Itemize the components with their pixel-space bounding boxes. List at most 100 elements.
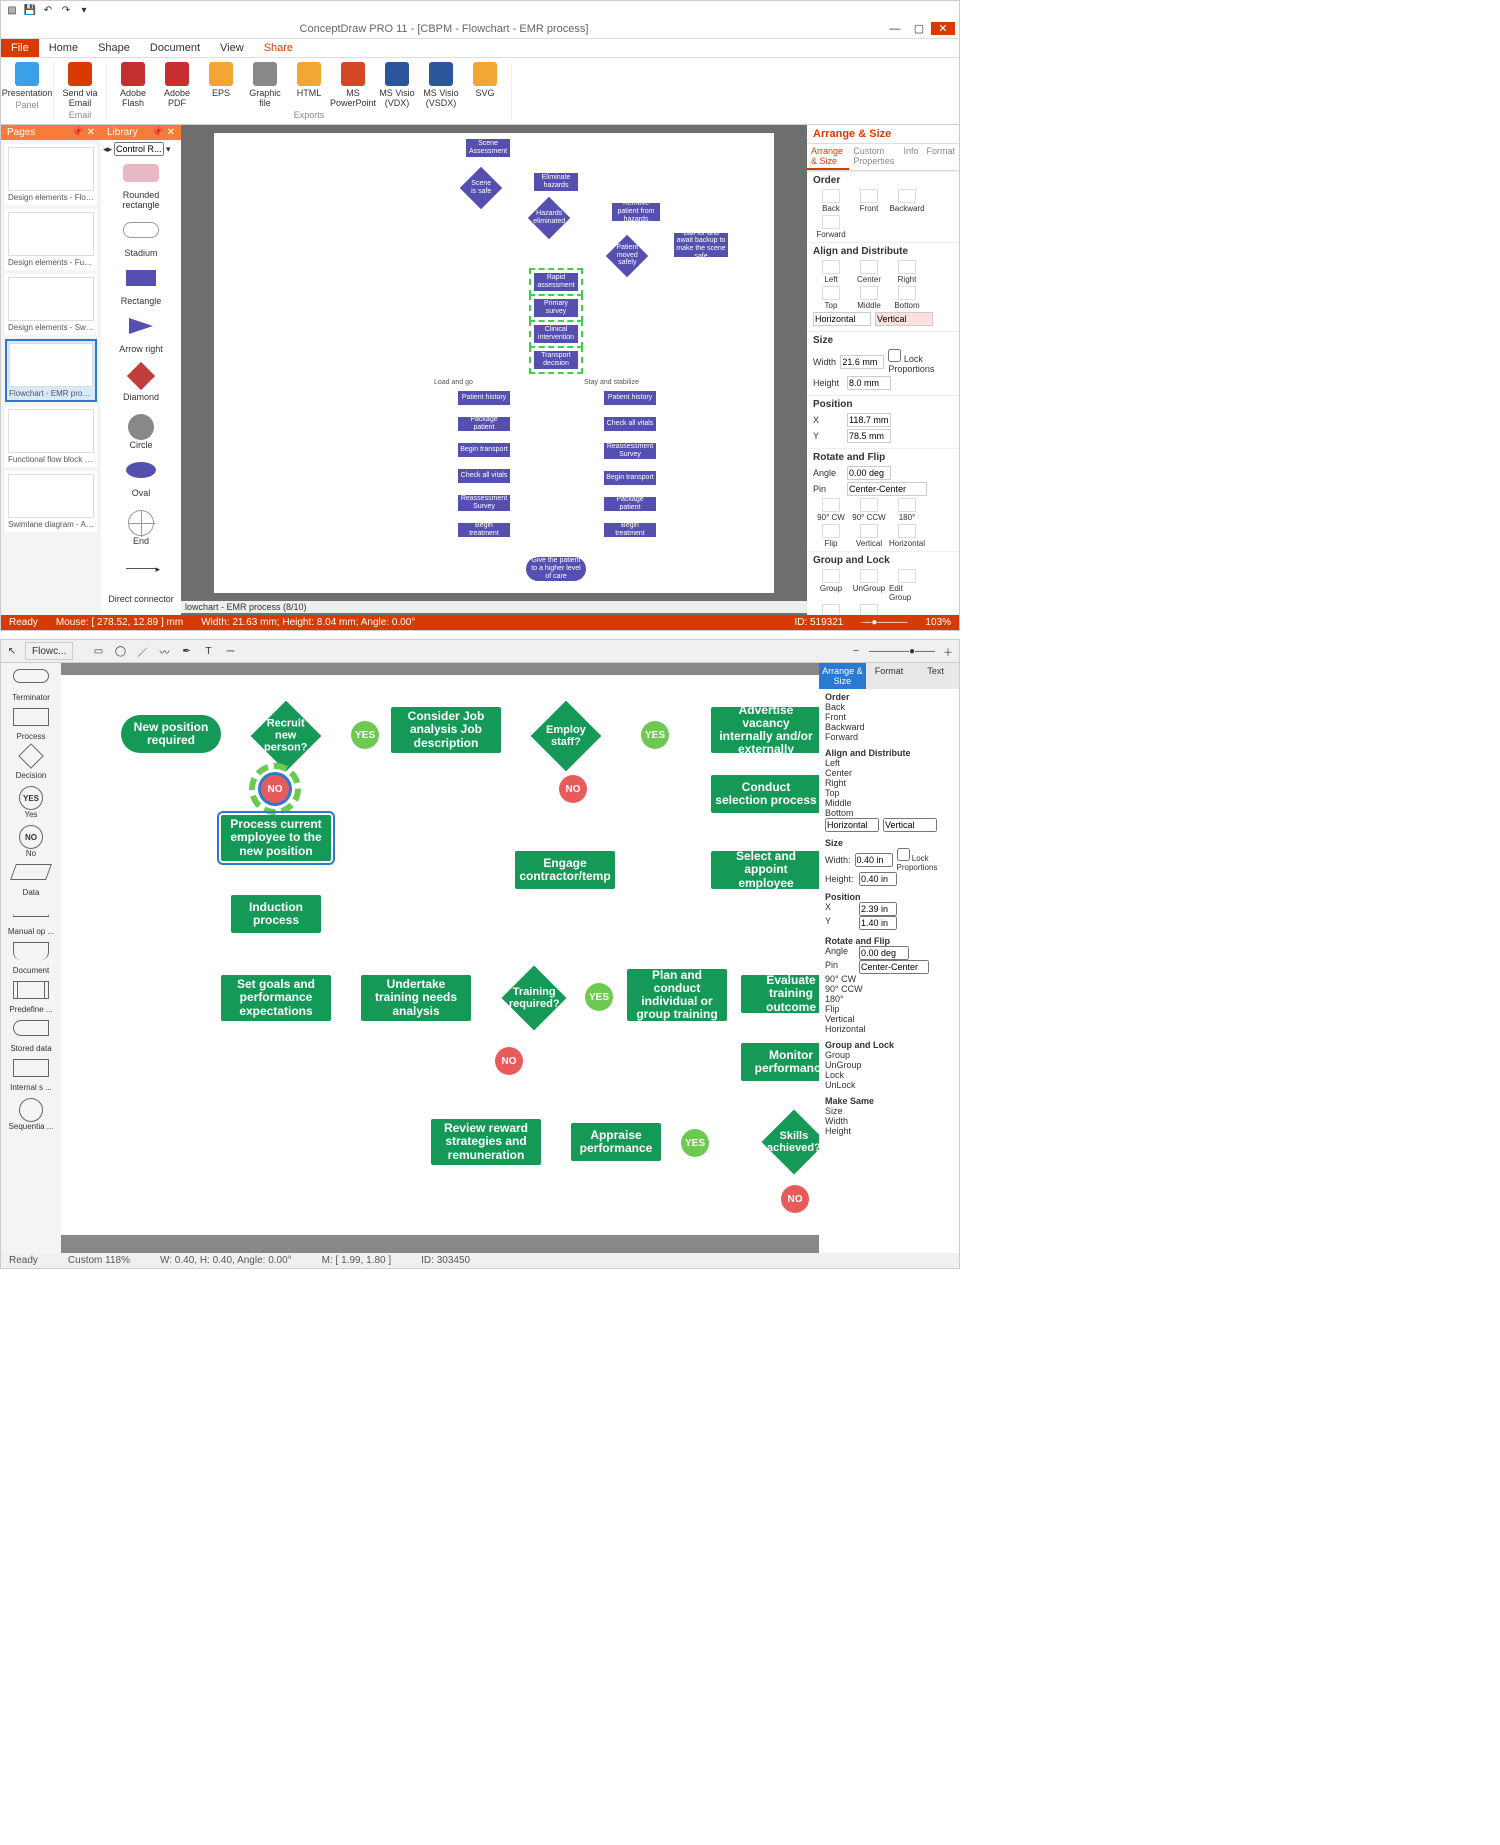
library-shape[interactable]: Process <box>3 708 59 741</box>
prop-btn[interactable]: Middle <box>851 286 887 310</box>
prop-btn[interactable]: Height <box>825 1126 953 1136</box>
library-shape[interactable]: Diamond <box>101 360 181 408</box>
y-input[interactable] <box>847 429 891 443</box>
ribbon-tab-file[interactable]: File <box>1 39 39 57</box>
prop-btn[interactable]: Top <box>825 788 953 798</box>
prop-btn[interactable]: Vertical <box>825 1014 953 1024</box>
flow-node[interactable]: Process current employee to the new posi… <box>221 815 331 861</box>
prop-tab[interactable]: Custom Properties <box>849 144 899 170</box>
minimize-button[interactable]: — <box>883 23 907 35</box>
prop-tab[interactable]: Format <box>866 663 913 689</box>
library-shape[interactable]: Rectangle <box>101 264 181 312</box>
flow-node[interactable]: Call for and await backup to make the sc… <box>674 233 728 257</box>
page-thumbnail[interactable]: Design elements - Swiml... <box>5 274 97 335</box>
x-input[interactable] <box>847 413 891 427</box>
ribbon-btn[interactable]: Send via Email <box>60 62 100 108</box>
flow-node[interactable]: Conduct selection process <box>711 775 819 813</box>
prop-btn[interactable]: 180° <box>825 994 953 1004</box>
library-shape[interactable]: Arrow right <box>101 312 181 360</box>
prop-btn[interactable]: 180° <box>889 498 925 522</box>
ribbon-tab-home[interactable]: Home <box>39 39 88 57</box>
flow-node[interactable]: Plan and conduct individual or group tra… <box>627 969 727 1021</box>
panel-pin-icon[interactable]: 📌 ✕ <box>71 127 95 138</box>
flow-node[interactable]: NO <box>559 775 587 803</box>
qat-icon[interactable]: ▧ <box>5 3 19 17</box>
pointer-icon[interactable]: ↖ <box>3 642 21 660</box>
panel-pin-icon[interactable]: 📌 ✕ <box>151 127 175 138</box>
ribbon-btn[interactable]: SVG <box>465 62 505 108</box>
library-shape[interactable]: Document <box>3 942 59 975</box>
prop-btn[interactable]: Bottom <box>889 286 925 310</box>
flow-node[interactable]: YES <box>641 721 669 749</box>
library-shape[interactable]: Decision <box>3 747 59 780</box>
prop-btn[interactable]: Flip <box>813 524 849 548</box>
prop-btn[interactable]: Horizontal <box>889 524 925 548</box>
flow-node[interactable]: Patient history <box>458 391 510 405</box>
angle-input[interactable] <box>847 466 891 480</box>
height-input[interactable] <box>847 376 891 390</box>
page-thumbnail[interactable]: Flowchart - EMR process <box>5 339 97 402</box>
flow-node[interactable]: Remove patient from hazards <box>612 203 660 221</box>
vertical-distribute[interactable] <box>875 312 933 326</box>
flow-node[interactable]: Engage contractor/temp <box>515 851 615 889</box>
prop-btn[interactable]: 90° CCW <box>851 498 887 522</box>
library-shape[interactable]: Predefine ... <box>3 981 59 1014</box>
ribbon-tab-shape[interactable]: Shape <box>88 39 140 57</box>
ribbon-btn[interactable]: Adobe Flash <box>113 62 153 108</box>
page-thumbnail[interactable]: Swimlane diagram - Appr... <box>5 471 97 532</box>
flow-node[interactable]: Scene is safe <box>460 167 502 209</box>
ribbon-btn[interactable]: Graphic file <box>245 62 285 108</box>
prop-btn[interactable]: Front <box>825 712 953 722</box>
library-shape[interactable]: Oval <box>101 456 181 504</box>
flow-node[interactable]: Set goals and performance expectations <box>221 975 331 1021</box>
flow-node[interactable]: NO <box>495 1047 523 1075</box>
flow-node[interactable]: Appraise performance <box>571 1123 661 1161</box>
width-input[interactable] <box>855 853 893 867</box>
library-shape[interactable]: Manual op ... <box>3 903 59 936</box>
prop-btn[interactable]: Middle <box>825 798 953 808</box>
library-shape[interactable]: YESYes <box>3 786 59 819</box>
ribbon-btn[interactable]: HTML <box>289 62 329 108</box>
text-tool-icon[interactable]: T <box>199 642 217 660</box>
flow-node[interactable]: Scene Assessment <box>466 139 510 157</box>
prop-tab[interactable]: Arrange & Size <box>819 663 866 689</box>
page-thumbnail[interactable]: Functional flow block diag... <box>5 406 97 467</box>
flow-node[interactable]: Give the patient to a higher level of ca… <box>526 557 586 581</box>
close-button[interactable]: ✕ <box>931 22 955 35</box>
prop-btn[interactable]: Group <box>813 569 849 602</box>
flow-node[interactable]: Undertake training needs analysis <box>361 975 471 1021</box>
x-input[interactable] <box>859 902 897 916</box>
ribbon-btn[interactable]: MS Visio (VSDX) <box>421 62 461 108</box>
prop-btn[interactable]: Bottom <box>825 808 953 818</box>
library-shape[interactable]: ▸Direct connector <box>101 552 181 610</box>
prop-btn[interactable]: Group <box>825 1050 953 1060</box>
flow-node[interactable]: Hazards eliminated <box>528 197 570 239</box>
prop-btn[interactable]: Front <box>851 189 887 213</box>
zoom-in-icon[interactable]: ＋ <box>939 642 957 660</box>
flow-node[interactable]: New position required <box>121 715 221 753</box>
flow-node[interactable]: NO <box>781 1185 809 1213</box>
prop-btn[interactable]: Horizontal <box>825 1024 953 1034</box>
prop-btn[interactable]: Center <box>851 260 887 284</box>
prop-btn[interactable]: Backward <box>825 722 953 732</box>
library-shape[interactable]: Stadium <box>101 216 181 264</box>
page-tab[interactable]: lowchart - EMR process (8/10) <box>185 602 307 612</box>
ribbon-btn[interactable]: EPS <box>201 62 241 108</box>
flow-node[interactable]: YES <box>681 1129 709 1157</box>
flow-node[interactable]: Begin treatment <box>458 523 510 537</box>
rect-tool-icon[interactable]: ▭ <box>89 642 107 660</box>
prop-btn[interactable]: Back <box>813 189 849 213</box>
prop-btn[interactable]: Backward <box>889 189 925 213</box>
zoom-slider[interactable]: ————●—— <box>869 646 935 657</box>
ribbon-tab-share[interactable]: Share <box>254 39 303 57</box>
flow-node[interactable]: Reassessment Survey <box>604 443 656 459</box>
flow-node[interactable]: NO <box>261 775 289 803</box>
flow-node[interactable]: Reassessment Survey <box>458 495 510 511</box>
library-shape[interactable]: Rounded rectangle <box>101 158 181 216</box>
prop-btn[interactable]: UnLock <box>851 604 887 615</box>
flow-node[interactable]: YES <box>585 983 613 1011</box>
flow-node[interactable]: Patient history <box>604 391 656 405</box>
flow-node[interactable]: Monitor performance <box>741 1043 819 1081</box>
prop-btn[interactable]: Forward <box>825 732 953 742</box>
zoom-out-icon[interactable]: − <box>847 642 865 660</box>
